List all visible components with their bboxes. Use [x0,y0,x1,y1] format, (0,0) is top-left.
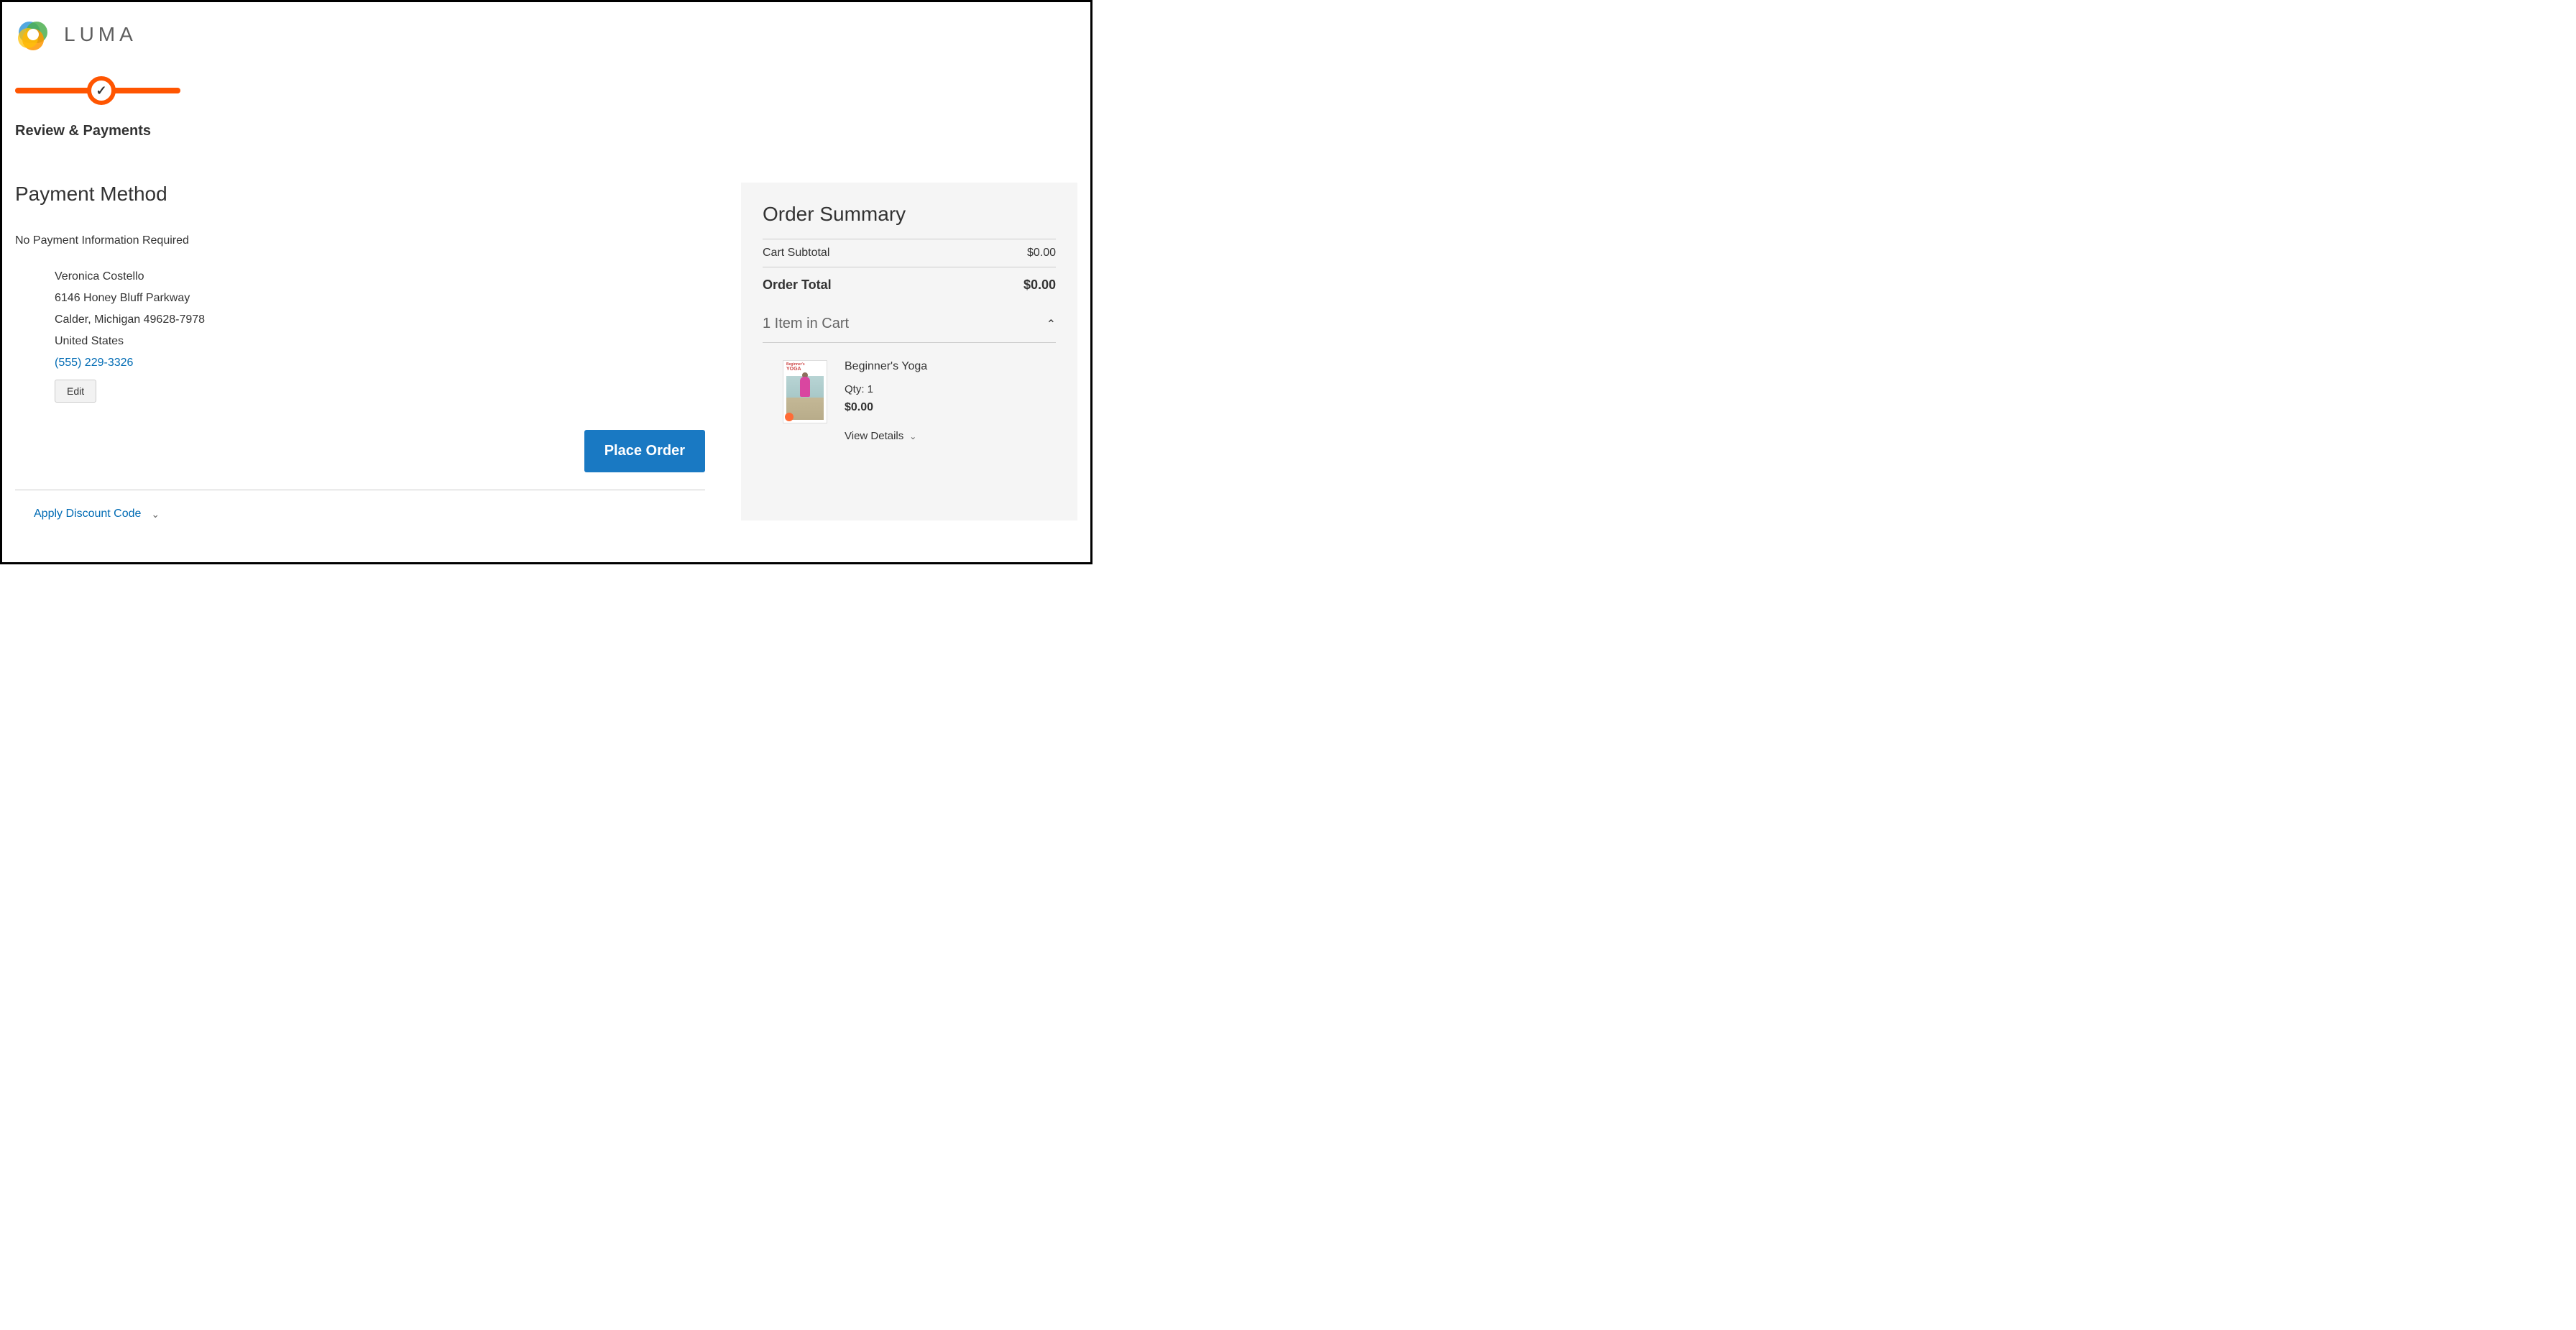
no-payment-info-text: No Payment Information Required [15,234,705,247]
order-total-label: Order Total [763,278,832,293]
billing-address-block: Veronica Costello 6146 Honey Bluff Parkw… [15,270,705,403]
cart-items-count: 1 Item in Cart [763,316,849,332]
apply-discount-toggle[interactable]: Apply Discount Code ⌄ [15,508,705,520]
view-details-label: View Details [845,430,903,442]
order-summary-title: Order Summary [763,203,1056,226]
billing-name: Veronica Costello [55,270,705,283]
chevron-down-icon: ⌄ [909,431,916,441]
product-price: $0.00 [845,401,927,414]
brand-text: LUMA [64,23,137,46]
place-order-button[interactable]: Place Order [584,430,705,472]
checkmark-icon: ✓ [96,83,106,98]
order-total-row: Order Total $0.00 [763,267,1056,303]
progress-step-circle: ✓ [87,76,116,105]
subtotal-label: Cart Subtotal [763,247,829,260]
edit-address-button[interactable]: Edit [55,380,96,403]
billing-phone[interactable]: (555) 229-3326 [55,357,705,370]
product-name: Beginner's Yoga [845,360,927,373]
product-qty: Qty: 1 [845,383,927,395]
subtotal-value: $0.00 [1027,247,1056,260]
apply-discount-label: Apply Discount Code [34,508,141,520]
billing-city-region: Calder, Michigan 49628-7978 [55,313,705,326]
chevron-up-icon: ⌃ [1046,317,1056,331]
cart-items-toggle[interactable]: 1 Item in Cart ⌃ [763,303,1056,342]
order-total-value: $0.00 [1024,278,1056,293]
product-thumbnail[interactable]: Beginner's YOGA [783,360,827,423]
progress-step-label: Review & Payments [15,123,1077,139]
billing-street: 6146 Honey Bluff Parkway [55,292,705,305]
checkout-progress: ✓ [15,73,180,116]
chevron-down-icon: ⌄ [151,508,160,520]
cart-item: Beginner's YOGA Beginner's Yoga Qty: 1 $… [763,343,1056,442]
view-details-toggle[interactable]: View Details ⌄ [845,430,927,442]
payment-method-title: Payment Method [15,183,705,206]
luma-logo-icon[interactable] [15,17,51,52]
order-summary-panel: Order Summary Cart Subtotal $0.00 Order … [741,183,1077,520]
subtotal-row: Cart Subtotal $0.00 [763,239,1056,267]
billing-country: United States [55,335,705,348]
site-header: LUMA [15,17,1077,52]
thumb-text-line2: YOGA [786,367,801,372]
